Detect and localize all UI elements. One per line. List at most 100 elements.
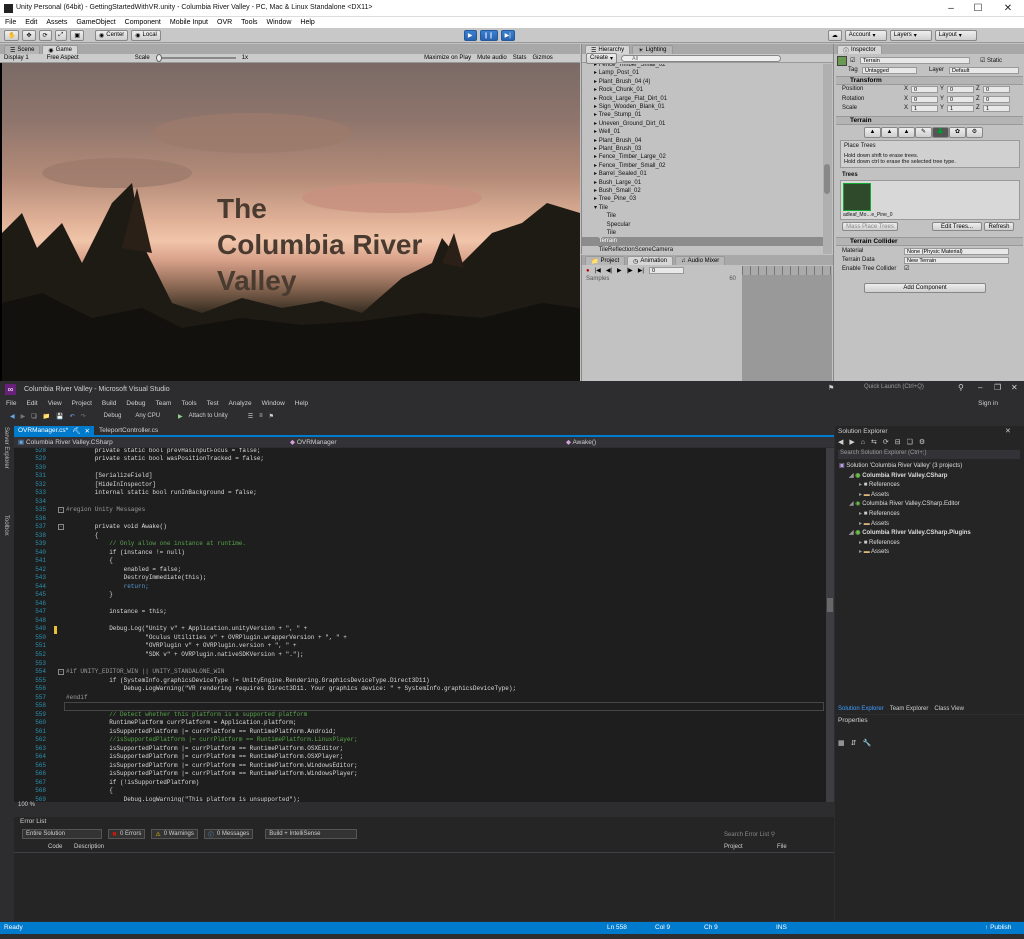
toolbar-extra-icon[interactable]: ☰ <box>248 413 253 420</box>
properties-icon[interactable]: ⚙ <box>919 438 925 446</box>
hierarchy-item[interactable]: Specular <box>582 221 823 229</box>
transform-z-field[interactable]: 0 <box>983 95 1010 103</box>
editor-vertical-scrollbar[interactable] <box>826 448 834 802</box>
code-line[interactable]: "OVRPlugin v" + OVRPlugin.version + ", "… <box>66 642 296 651</box>
transform-x-field[interactable]: 1 <box>911 105 938 112</box>
menu-analyze[interactable]: Analyze <box>229 400 252 407</box>
sync-icon[interactable]: ⇆ <box>871 438 877 446</box>
menu-team[interactable]: Team <box>156 400 172 407</box>
wrench-icon[interactable]: 🔧 <box>863 739 872 747</box>
tab-lighting[interactable]: ☀ Lighting <box>632 45 673 54</box>
warnings-filter-button[interactable]: ⚠ 0 Warnings <box>151 829 198 839</box>
hierarchy-search-input[interactable]: All <box>621 54 782 62</box>
hierarchy-item[interactable]: ▸ Tree_Pine_03 <box>582 195 823 203</box>
show-all-icon[interactable]: ❏ <box>907 438 913 446</box>
solution-tree-item[interactable]: ▸ ▬ Assets <box>859 491 889 501</box>
error-list-search-input[interactable]: Search Error List ⚲ <box>724 831 824 838</box>
cloud-button[interactable]: ☁ <box>827 29 842 41</box>
hierarchy-item[interactable]: ▸ Sign_Wooden_Blank_01 <box>582 103 823 111</box>
code-line[interactable]: { <box>66 557 113 566</box>
hierarchy-item[interactable]: ▸ Fence_Timber_Large_02 <box>582 153 823 161</box>
last-frame-icon[interactable]: ▶| <box>638 267 644 274</box>
code-line[interactable]: #endif <box>66 694 88 703</box>
transform-y-field[interactable]: 0 <box>947 95 974 103</box>
refresh-button[interactable]: Refresh <box>984 222 1014 231</box>
menu-test[interactable]: Test <box>207 400 219 407</box>
frame-field[interactable]: 0 <box>649 267 684 274</box>
hierarchy-item[interactable]: Terrain <box>582 237 823 246</box>
hierarchy-item[interactable]: ▸ Plant_Brush_04 (4) <box>582 78 823 86</box>
hierarchy-item[interactable]: Tile <box>582 229 823 237</box>
display-dropdown[interactable]: Display 1 <box>4 55 29 61</box>
collapse-region-icon[interactable]: - <box>58 523 64 530</box>
platform-dropdown[interactable]: Any CPU <box>135 413 160 419</box>
code-line[interactable]: Debug.LogWarning("VR rendering requires … <box>66 685 516 694</box>
solution-tree-item[interactable]: ◢ ◉ Columbia River Valley.CSharp.Editor <box>849 500 960 510</box>
solution-tree-item[interactable]: ▸ ■ References <box>859 481 900 491</box>
tab-ovrmanager[interactable]: OVRManager.cs* ⛏ ✕ <box>14 426 94 435</box>
scope-dropdown[interactable]: Entire Solution <box>22 829 102 839</box>
hierarchy-scroll-thumb[interactable] <box>824 164 830 194</box>
code-line[interactable]: isSupportedPlatform |= currPlatform == R… <box>66 753 343 762</box>
comment-icon[interactable]: ≡ <box>259 413 263 419</box>
pin-icon[interactable]: ⛏ <box>72 427 80 435</box>
close-icon[interactable]: ✕ <box>994 3 1022 15</box>
play-anim-icon[interactable]: ▶ <box>617 267 622 274</box>
tag-dropdown[interactable]: Untagged <box>862 67 917 74</box>
hierarchy-item[interactable]: ▸ Tree_Stump_01 <box>582 111 823 119</box>
tab-team-explorer[interactable]: Team Explorer <box>890 706 929 712</box>
create-dropdown[interactable]: Create ▾ <box>586 52 618 64</box>
solution-tree-item[interactable]: ▸ ▬ Assets <box>859 520 889 530</box>
menu-edit[interactable]: Edit <box>26 400 37 407</box>
project-dropdown[interactable]: ▣ Columbia River Valley.CSharp <box>18 438 288 446</box>
messages-filter-button[interactable]: ⓘ 0 Messages <box>203 829 254 839</box>
transform-z-field[interactable]: 0 <box>983 86 1010 93</box>
menu-view[interactable]: View <box>48 400 62 407</box>
build-filter-dropdown[interactable]: Build + IntelliSense <box>265 829 358 839</box>
scale-slider-thumb[interactable] <box>155 54 162 62</box>
stats-toggle[interactable]: Stats <box>513 55 527 61</box>
hierarchy-item[interactable]: ▸ Bush_Large_01 <box>582 179 823 187</box>
alphabetical-icon[interactable]: ⇵ <box>851 739 857 747</box>
material-field[interactable]: None (Physic Material) <box>904 248 1009 255</box>
column-file[interactable]: File <box>777 844 787 850</box>
close-tab-icon[interactable]: ✕ <box>84 427 89 435</box>
solution-tree-item[interactable]: ▸ ▬ Assets <box>859 548 889 558</box>
tab-game[interactable]: ◉ Game <box>42 45 78 54</box>
code-line[interactable]: if (SystemInfo.graphicsDeviceType != Uni… <box>66 677 429 686</box>
first-frame-icon[interactable]: |◀ <box>595 267 601 274</box>
step-button[interactable]: ▶| <box>500 29 515 41</box>
menu-help[interactable]: Help <box>295 400 308 407</box>
redo-icon[interactable]: ↷ <box>81 413 86 420</box>
paint-texture-icon[interactable]: ✎ <box>915 127 932 138</box>
hierarchy-item[interactable]: TileReflectionSceneCamera <box>582 246 823 254</box>
solution-tree-item[interactable]: ▸ ■ References <box>859 539 900 549</box>
move-tool-icon[interactable]: ✥ <box>22 29 36 41</box>
code-line[interactable]: DestroyImmediate(this); <box>66 574 207 583</box>
code-line[interactable]: private void Awake() <box>66 523 167 532</box>
pivot-local-button[interactable]: ◉ Local <box>131 29 161 41</box>
restore-icon[interactable]: ❐ <box>994 383 1001 392</box>
hierarchy-item[interactable]: ▸ Plant_Brush_04 <box>582 137 823 145</box>
quick-launch-input[interactable]: Quick Launch (Ctrl+Q) <box>850 384 970 393</box>
forward-icon[interactable]: ▶ <box>21 413 26 420</box>
transform-x-field[interactable]: 0 <box>911 86 938 93</box>
samples-value[interactable]: 60 <box>729 276 736 284</box>
code-line[interactable]: { <box>66 532 99 541</box>
scale-tool-icon[interactable]: ⤢ <box>54 29 68 41</box>
transform-header[interactable]: Transform <box>836 76 1023 85</box>
scale-slider[interactable] <box>155 54 236 62</box>
paint-height-icon[interactable]: ▲ <box>881 127 898 138</box>
collapse-region-icon[interactable]: - <box>58 506 64 513</box>
editor-scroll-thumb[interactable] <box>827 598 833 612</box>
forward-icon[interactable]: ▶ <box>849 438 854 446</box>
refresh-icon[interactable]: ⟳ <box>883 438 889 446</box>
close-icon[interactable]: ✕ <box>1005 427 1011 435</box>
code-line[interactable]: isSupportedPlatform |= currPlatform == R… <box>66 770 357 779</box>
mute-audio-toggle[interactable]: Mute audio <box>477 55 507 61</box>
layers-dropdown[interactable]: Layers ▾ <box>889 29 932 41</box>
minimize-icon[interactable]: – <box>937 3 965 15</box>
hierarchy-item[interactable]: ▸ Rock_Large_Flat_Dirt_01 <box>582 95 823 103</box>
transform-y-field[interactable]: 0 <box>947 86 974 93</box>
gizmos-dropdown[interactable]: Gizmos <box>532 55 552 61</box>
